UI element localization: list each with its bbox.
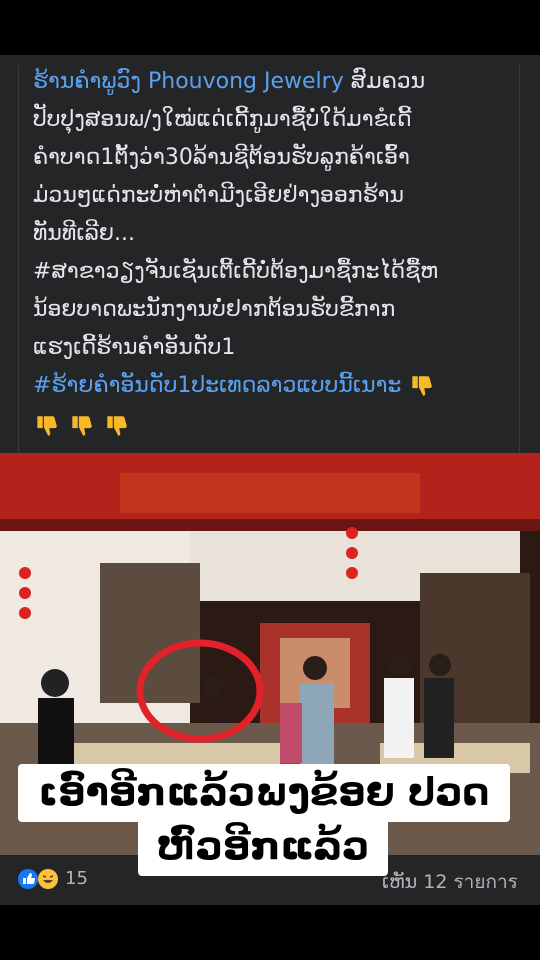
caption-line-2: ຫົວອີກແລ້ວ — [138, 818, 388, 876]
caption-line-1: ເອົາອີກແລ້ວພງຂ້ອຍ ປວດ — [18, 764, 510, 822]
post-text: ຮ້ານຄຳພູວົງ Phouvong Jewelry ສົມຄວນ ປັບປ… — [18, 65, 520, 505]
thumbs-down-icon — [37, 416, 57, 436]
post-line-4: ມ່ວນໆແດ່ກະບໍ່ຫ່າຕຳມີງເອີຍຢ່າງອອກຮ້ານ — [33, 183, 405, 208]
store-link[interactable]: ຮ້ານຄຳພູວົງ Phouvong Jewelry — [33, 69, 344, 94]
post-line-8: ແຮງເດີ້ຮ້ານຄຳອັນດັບ1 — [33, 335, 236, 360]
post-line-1: ຮ້ານຄຳພູວົງ Phouvong Jewelry ສົມຄວນ — [33, 67, 425, 97]
post-line-7: ນ້ອຍບາດພະນັກງານບໍ່ຢາກຕ້ອນຮັບຂີ້ກາກ — [33, 297, 396, 322]
caption-overlay: ເອົາອີກແລ້ວພງຂ້ອຍ ປວດ ຫົວອີກແລ້ວ — [0, 724, 540, 876]
post-line-9: #ຮ້າຍຄຳອັນດັບ1ປະເທດລາວແບບນີ້ເນາະ — [33, 371, 436, 401]
thumbs-down-icon — [72, 416, 92, 436]
post-line-5: ທັນທີເລີຍ... — [33, 221, 135, 246]
reaction-count[interactable]: 15 — [65, 868, 88, 889]
hashtag-link[interactable]: #ຮ້າຍຄຳອັນດັບ1ປະເທດລາວແບບນີ້ເນາະ — [33, 373, 401, 398]
haha-icon[interactable] — [38, 869, 58, 889]
screen: { "post": { "store_name": "ຮ້ານຄຳພູວົງ P… — [0, 0, 540, 960]
thumbs-down-icon — [412, 376, 433, 396]
post-line-1-rest: ສົມຄວນ — [350, 69, 426, 94]
view-count[interactable]: ເຫັນ 12 รายการ — [382, 867, 518, 897]
thumbs-down-icon — [107, 416, 127, 436]
like-icon[interactable] — [18, 869, 38, 889]
post-line-2: ປັບປຸງສອນພ/ງໃໝ່ແດ່ເດີ້ກູມາຊື້ບໍ່ໃດ້ມາຂໍເ… — [33, 107, 412, 132]
emoji-row — [33, 411, 131, 441]
post-line-3: ຄຳບາດ1ຕັ້ງວ່າ30ລ້ານຊີຕ້ອນຮັບລູກຄ້າເອົ້າ — [33, 145, 410, 170]
post-line-6: #ສາຂາວຽງຈັນເຊັນເຕີ້ເດີ້ບໍ່ຕ້ອງມາຊື້ກະໄດ້… — [33, 259, 439, 284]
